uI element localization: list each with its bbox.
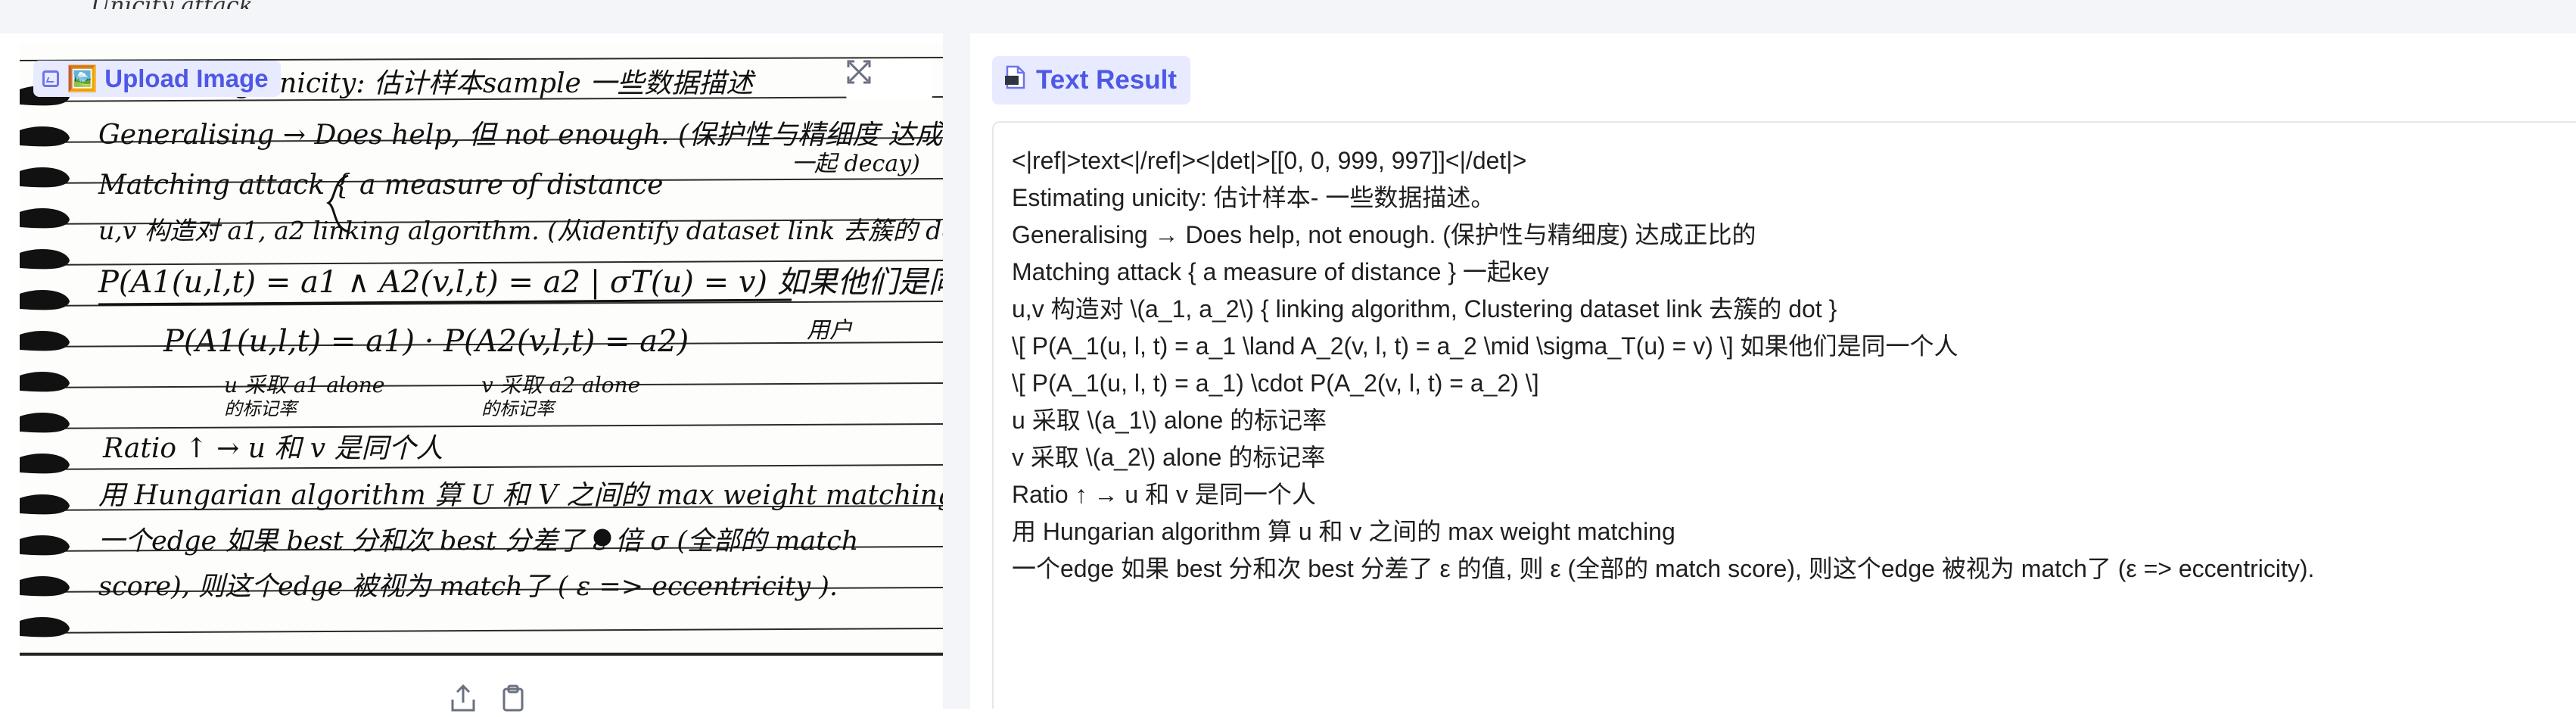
image-actions — [448, 683, 528, 717]
upload-image-label: 🖼️ Upload Image — [67, 64, 269, 92]
hw-line: 用 Hungarian algorithm 算 U 和 V 之间的 max we… — [98, 480, 943, 511]
hw-line: Matching attack { a measure of distance — [98, 170, 663, 201]
spiral-binding — [20, 86, 70, 638]
result-line: u,v 构造对 \(a_1, a_2\) { linking algorithm… — [1012, 295, 1837, 323]
hw-line: P(A1(u,l,t) = a1) · P(A2(v,l,t) = a2) — [163, 324, 689, 359]
result-line: 一个edge 如果 best 分和次 best 分差了 ε 的值, 则 ε (全… — [1012, 555, 2315, 582]
result-line: Estimating unicity: 估计样本- 一些数据描述。 — [1012, 184, 1495, 211]
image-icon — [42, 70, 59, 87]
image-toolbar — [846, 59, 932, 101]
panel-gap — [943, 0, 970, 709]
text-result-output[interactable]: <|ref|>text<|/ref|><|det|>[[0, 0, 999, 9… — [992, 121, 2576, 709]
result-line: Ratio ↑ → u 和 v 是同一个人 — [1012, 481, 1316, 508]
hw-line: 的标记率 — [481, 398, 557, 419]
hw-line: P(A1(u,l,t) = a1 ∧ A2(v,l,t) = a2 | σT(u… — [98, 265, 943, 300]
hw-line: u,v 构造对 a1, a2 linking algorithm. (从iden… — [98, 216, 943, 245]
document-icon — [1003, 64, 1028, 97]
result-line: <|ref|>text<|/ref|><|det|>[[0, 0, 999, 9… — [1012, 147, 1527, 174]
text-result-badge: Text Result — [992, 56, 1191, 104]
hw-line: Generalising → Does help, 但 not enough. … — [98, 120, 943, 151]
handwritten-notes: Estimating unicity: 估计样本sample 一些数据描述 Ge… — [98, 68, 943, 602]
top-strip: Unicity attack — [0, 0, 2576, 33]
clipboard-icon[interactable] — [498, 683, 528, 717]
hw-line: u 采取 a1 alone — [224, 373, 384, 397]
share-icon[interactable] — [448, 683, 478, 717]
hw-line: Ratio ↑ → u 和 v 是同个人 — [102, 433, 443, 464]
result-line: u 采取 \(a_1\) alone 的标记率 — [1012, 407, 1327, 434]
image-panel: Estimating unicity: 估计样本sample 一些数据描述 Ge… — [20, 33, 943, 712]
result-line: Matching attack { a measure of distance … — [1012, 258, 1549, 285]
hw-line: 用户 — [807, 317, 853, 344]
top-strip-text: Unicity attack — [91, 0, 253, 9]
text-result-panel: Text Result <|ref|>text<|/ref|><|det|>[[… — [970, 33, 2576, 709]
notebook-image: Estimating unicity: 估计样本sample 一些数据描述 Ge… — [20, 57, 943, 638]
result-line: \[ P(A_1(u, l, t) = a_1) \cdot P(A_2(v, … — [1012, 369, 1539, 397]
hw-line: v 采取 a2 alone — [481, 373, 640, 397]
result-line: v 采取 \(a_2\) alone 的标记率 — [1012, 444, 1326, 471]
text-result-label: Text Result — [1036, 65, 1178, 95]
uploaded-image[interactable]: Estimating unicity: 估计样本sample 一些数据描述 Ge… — [20, 42, 943, 656]
hw-line: 的标记率 — [224, 398, 300, 419]
upload-image-badge[interactable]: 🖼️ Upload Image — [33, 61, 281, 97]
hw-line: 一个edge 如果 best 分和次 best 分差了 ε 倍 σ (全部的 m… — [98, 526, 858, 556]
result-line: 用 Hungarian algorithm 算 u 和 v 之间的 max we… — [1012, 518, 1675, 545]
hw-line: 一起 decay) — [792, 151, 920, 177]
hw-line: score), 则这个edge 被视为 match了 ( ε => eccent… — [98, 572, 838, 602]
result-line: Generalising → Does help, not enough. (保… — [1012, 221, 1756, 248]
result-line: \[ P(A_1(u, l, t) = a_1 \land A_2(v, l, … — [1012, 332, 1958, 360]
